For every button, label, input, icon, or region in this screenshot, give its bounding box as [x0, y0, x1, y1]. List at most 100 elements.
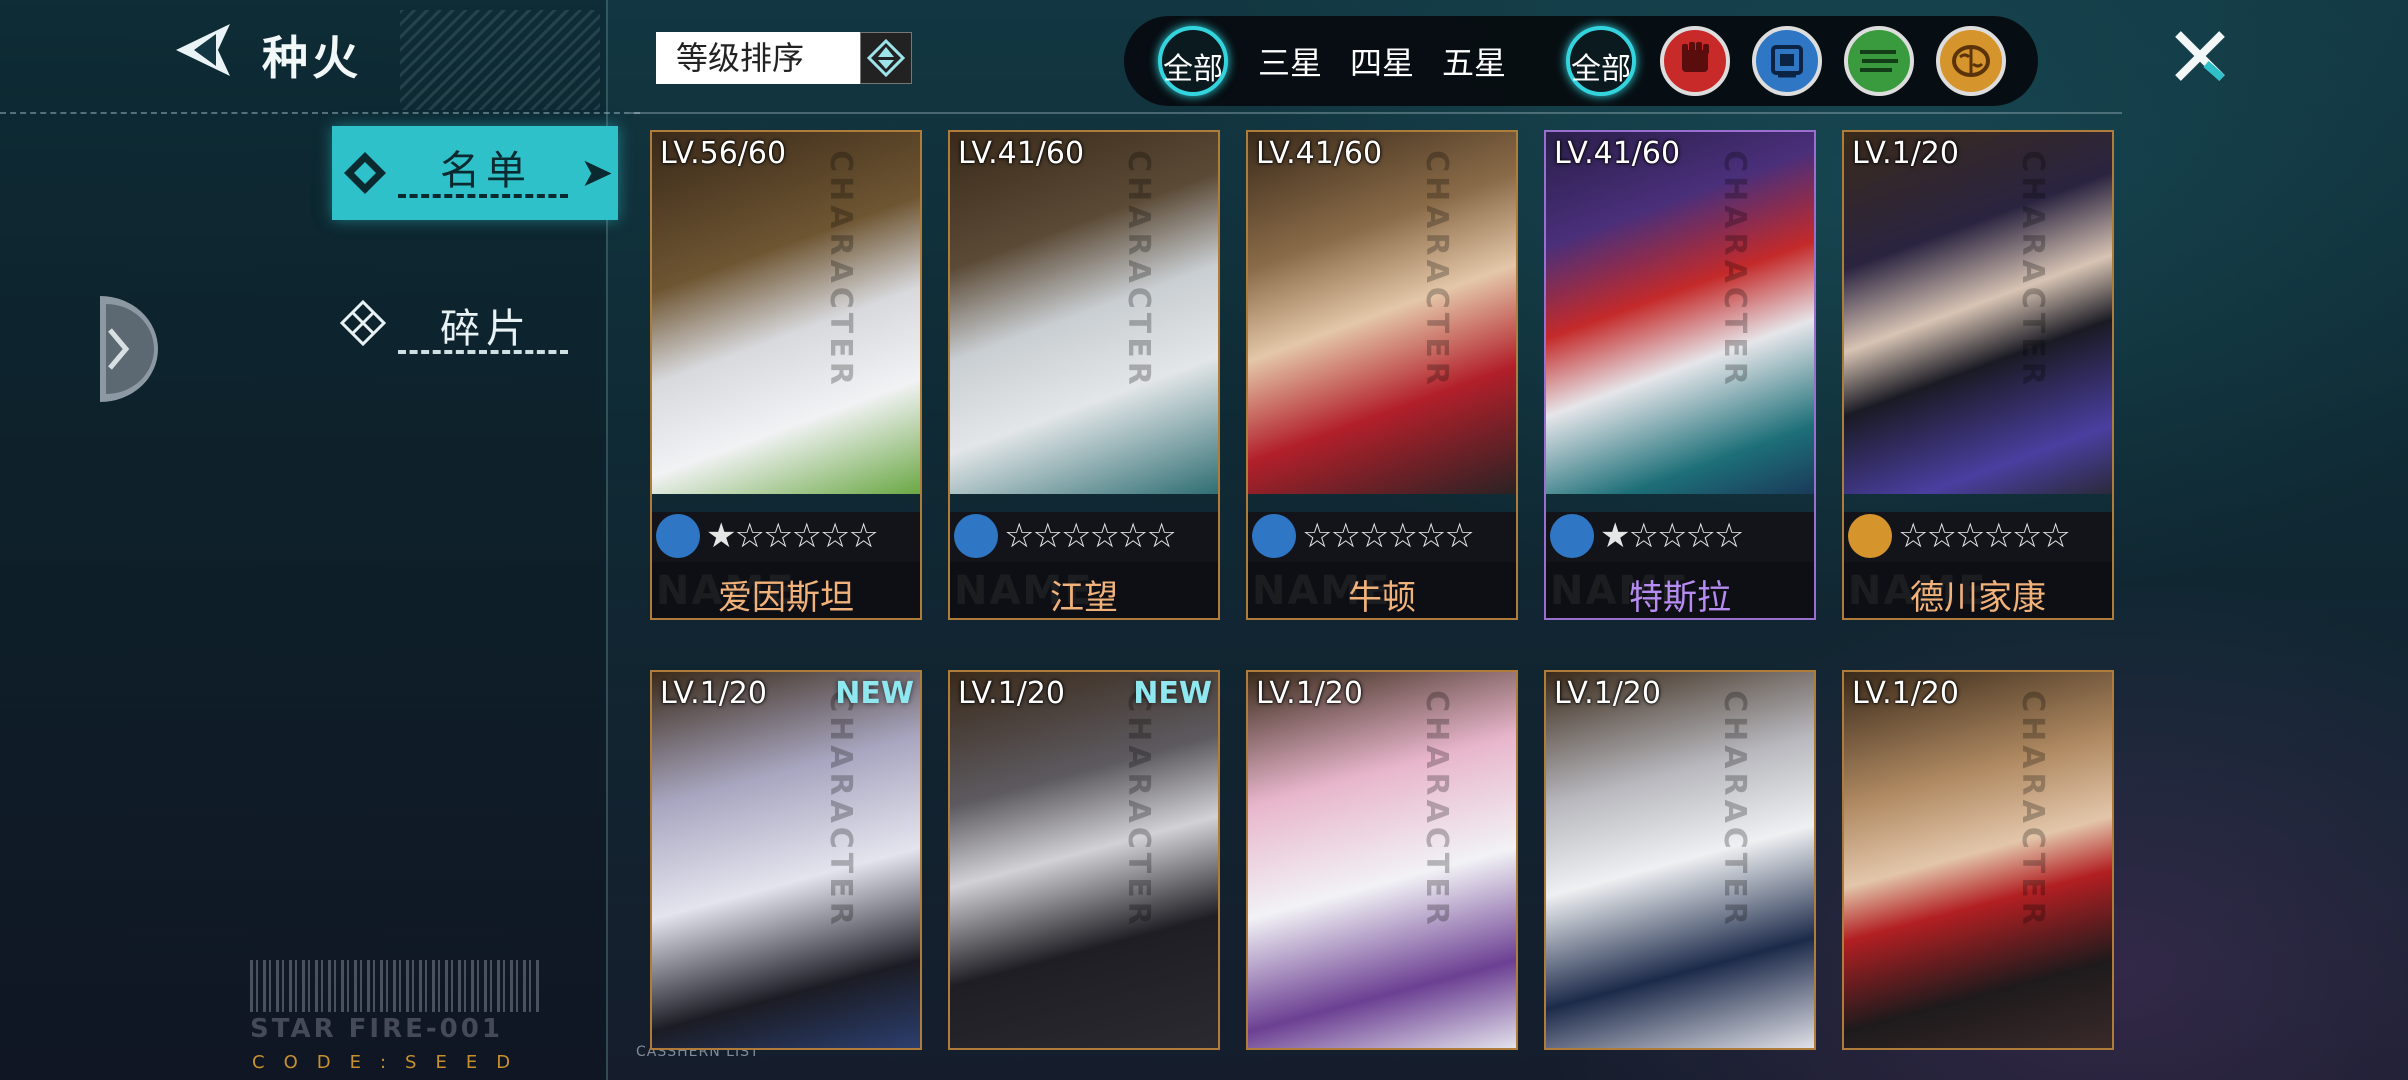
- brain-icon: [1848, 514, 1892, 558]
- level-label: LV.1/20: [1256, 676, 1363, 711]
- roster-icon: [344, 152, 386, 194]
- code-seed-label: CODE:SEED: [252, 1052, 530, 1073]
- filter-bar: 全部 三星 四星 五星 全部: [1124, 16, 2038, 106]
- filter-five-star[interactable]: 五星: [1442, 38, 1506, 84]
- top-divider: [630, 112, 2122, 114]
- back-button[interactable]: [168, 20, 238, 80]
- character-name: 德川家康: [1910, 578, 2046, 618]
- character-card[interactable]: CHARACTER LV.1/20 ☆☆☆☆☆☆ NAME 德川家康: [1842, 130, 2114, 620]
- brain-icon: [1952, 45, 1990, 77]
- level-label: LV.1/20: [1852, 676, 1959, 711]
- star-rating: ☆☆☆☆☆☆: [1302, 516, 1475, 556]
- back-arrow-icon: [176, 24, 230, 76]
- character-card[interactable]: CHARACTER LV.41/60 ☆☆☆☆☆☆ NAME 牛顿: [1246, 130, 1518, 620]
- chip-icon: [1771, 45, 1803, 78]
- star-rating: ★☆☆☆☆: [1600, 516, 1744, 556]
- filter-all-stars-label: 全部: [1163, 52, 1223, 87]
- chevron-right-icon: ➤: [580, 150, 614, 196]
- character-portrait: [1844, 672, 2112, 1048]
- filter-class-circuit[interactable]: [1844, 26, 1914, 96]
- star-rating: ☆☆☆☆☆☆: [1898, 516, 2071, 556]
- card-watermark: CHARACTER: [1419, 150, 1455, 389]
- nav-shards[interactable]: 碎片: [336, 290, 626, 370]
- nav-shards-label: 碎片: [440, 306, 532, 352]
- character-card[interactable]: CHARACTER LV.1/20 NEW: [948, 670, 1220, 1050]
- sort-dropdown[interactable]: 等级排序: [656, 32, 860, 84]
- card-watermark: CHARACTER: [1717, 150, 1753, 389]
- nav-roster-label: 名单: [440, 148, 532, 194]
- close-button[interactable]: [2172, 28, 2228, 84]
- character-portrait: [950, 672, 1218, 1048]
- fist-icon: [1682, 42, 1709, 72]
- name-row: NAME 特斯拉: [1546, 562, 1814, 618]
- chevron-right-icon: [100, 296, 158, 402]
- level-label: LV.1/20: [1852, 136, 1959, 171]
- sort-arrows-icon: [866, 38, 906, 78]
- card-watermark: CHARACTER: [2015, 150, 2051, 389]
- card-watermark: CHARACTER: [1717, 690, 1753, 929]
- level-label: LV.1/20: [660, 676, 767, 711]
- character-portrait: [1248, 672, 1516, 1048]
- character-portrait: [652, 672, 920, 1048]
- character-card[interactable]: CHARACTER LV.1/20: [1246, 670, 1518, 1050]
- level-label: LV.41/60: [1554, 136, 1681, 171]
- name-row: NAME 牛顿: [1248, 562, 1516, 618]
- filter-class-chip[interactable]: [1752, 26, 1822, 96]
- character-card[interactable]: CHARACTER LV.1/20: [1544, 670, 1816, 1050]
- filter-four-star[interactable]: 四星: [1350, 38, 1414, 84]
- character-card[interactable]: CHARACTER LV.1/20 NEW: [650, 670, 922, 1050]
- chip-icon: [656, 514, 700, 558]
- barcode-decoration: [250, 960, 540, 1012]
- character-name: 江望: [1050, 578, 1118, 618]
- name-row: NAME 德川家康: [1844, 562, 2112, 618]
- level-label: LV.56/60: [660, 136, 787, 171]
- underline: [398, 194, 568, 198]
- rarity-row: ☆☆☆☆☆☆: [1844, 512, 2112, 562]
- chip-icon: [1252, 514, 1296, 558]
- chip-icon: [954, 514, 998, 558]
- character-portrait: [1248, 132, 1516, 494]
- filter-all-classes-label: 全部: [1571, 52, 1631, 87]
- filter-all-classes[interactable]: 全部: [1566, 26, 1636, 96]
- character-portrait: [950, 132, 1218, 494]
- divider: [0, 112, 640, 114]
- name-row: NAME 爱因斯坦: [652, 562, 920, 618]
- star-rating: ☆☆☆☆☆☆: [1004, 516, 1177, 556]
- filter-three-star[interactable]: 三星: [1258, 38, 1322, 84]
- level-label: LV.41/60: [958, 136, 1085, 171]
- character-card[interactable]: CHARACTER LV.56/60 ★☆☆☆☆☆ NAME 爱因斯坦: [650, 130, 922, 620]
- character-card[interactable]: CHARACTER LV.41/60 ☆☆☆☆☆☆ NAME 江望: [948, 130, 1220, 620]
- star-fire-label: STAR FIRE-001: [250, 1014, 503, 1044]
- rarity-row: ★☆☆☆☆☆: [652, 512, 920, 562]
- filter-class-brain[interactable]: [1936, 26, 2006, 96]
- character-portrait: [1546, 132, 1814, 494]
- card-watermark: CHARACTER: [823, 690, 859, 929]
- shards-icon: [340, 300, 386, 346]
- character-card[interactable]: CHARACTER LV.41/60 ★☆☆☆☆ NAME 特斯拉: [1544, 130, 1816, 620]
- sort-order-toggle[interactable]: [860, 32, 912, 84]
- card-watermark: CHARACTER: [1121, 150, 1157, 389]
- character-portrait: [652, 132, 920, 494]
- character-name: 牛顿: [1348, 578, 1416, 618]
- card-watermark: CHARACTER: [1121, 690, 1157, 929]
- side-expand-tab[interactable]: [100, 296, 158, 402]
- rarity-row: ★☆☆☆☆: [1546, 512, 1814, 562]
- name-row: NAME 江望: [950, 562, 1218, 618]
- rarity-row: ☆☆☆☆☆☆: [1248, 512, 1516, 562]
- new-badge: NEW: [1133, 676, 1212, 711]
- chip-icon: [1550, 514, 1594, 558]
- card-watermark: CHARACTER: [1419, 690, 1455, 929]
- close-icon: [2175, 31, 2225, 82]
- new-badge: NEW: [835, 676, 914, 711]
- character-portrait: [1844, 132, 2112, 494]
- star-rating: ★☆☆☆☆☆: [706, 516, 879, 556]
- character-name: 爱因斯坦: [718, 578, 854, 618]
- filter-all-stars[interactable]: 全部: [1158, 26, 1228, 96]
- rarity-row: ☆☆☆☆☆☆: [950, 512, 1218, 562]
- filter-class-fist[interactable]: [1660, 26, 1730, 96]
- nav-roster[interactable]: 名单 ➤: [332, 126, 618, 220]
- level-label: LV.1/20: [958, 676, 1065, 711]
- underline: [398, 350, 568, 354]
- hatch-decoration: [400, 10, 600, 110]
- character-card[interactable]: CHARACTER LV.1/20: [1842, 670, 2114, 1050]
